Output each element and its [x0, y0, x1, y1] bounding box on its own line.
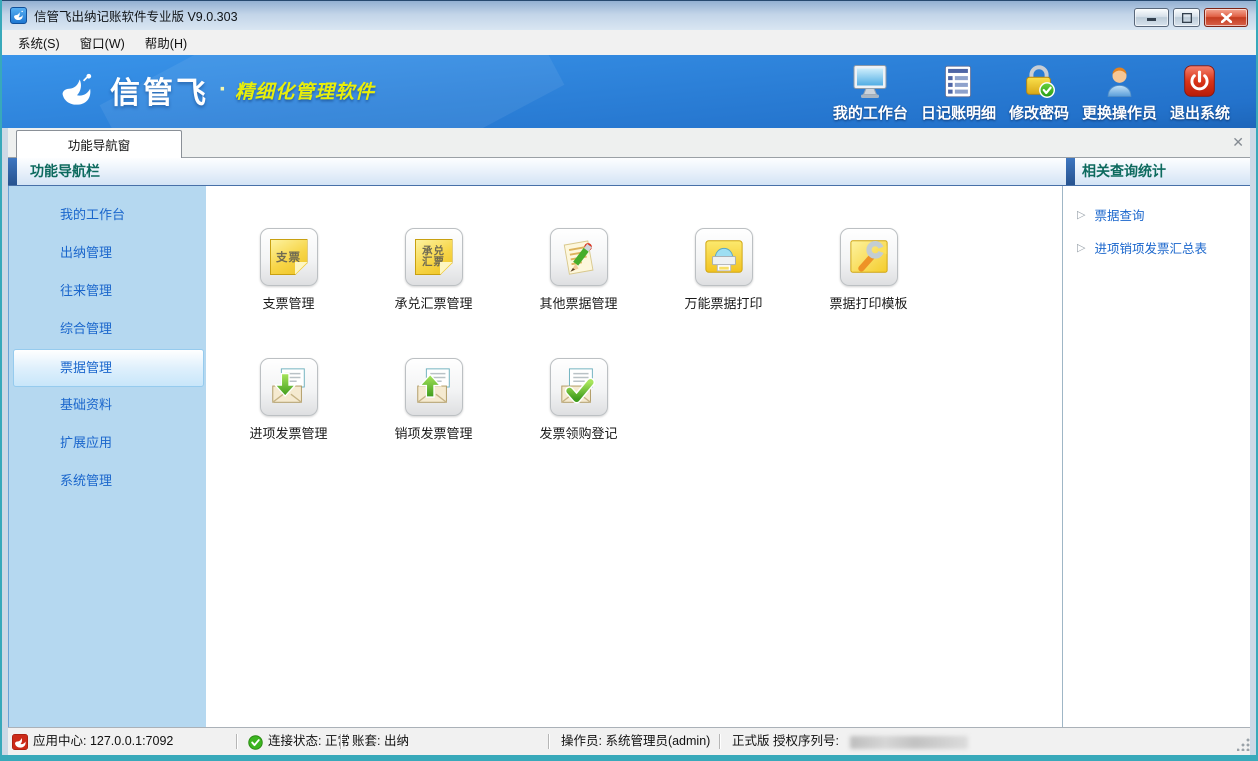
status-connection: 连接状态: 正常: [268, 728, 350, 755]
brand-swoosh-icon: [10, 7, 27, 24]
status-bar: 应用中心: 127.0.0.1:7092 连接状态: 正常 账套: 出纳 操作员…: [2, 727, 1256, 755]
toolbar-my-workbench[interactable]: 我的工作台: [833, 62, 908, 123]
menu-system[interactable]: 系统(S): [8, 29, 70, 56]
menu-help[interactable]: 帮助(H): [135, 29, 197, 56]
wrench-template-icon: [840, 228, 898, 286]
operator-icon: [1102, 62, 1137, 100]
window-frame-top: [0, 0, 1258, 1]
minimize-button[interactable]: [1134, 8, 1169, 27]
toolbar-journal-detail[interactable]: 日记账明细: [921, 62, 996, 123]
brand-banner: 信管飞 · 精细化管理软件 我的工作台: [2, 55, 1256, 128]
tab-function-navigation[interactable]: 功能导航窗: [16, 130, 182, 158]
status-separator: [236, 734, 237, 749]
printer-icon: [695, 228, 753, 286]
app-center-icon: [12, 734, 28, 755]
related-panel-header: 相关查询统计: [1082, 158, 1166, 185]
brand-logo-block: 信管飞 · 精细化管理软件: [54, 68, 375, 112]
tab-strip: 功能导航窗 ✕: [2, 128, 1256, 158]
app-check-management[interactable]: 支票 支票管理: [216, 228, 361, 312]
toolbar-switch-operator[interactable]: 更换操作员: [1082, 62, 1157, 123]
maximize-button[interactable]: [1173, 8, 1200, 27]
sidebar-item-bills[interactable]: 票据管理: [13, 349, 204, 387]
status-operator: 操作员: 系统管理员(admin): [561, 728, 710, 755]
resize-grip[interactable]: [1237, 738, 1250, 751]
application-window: 信管飞出纳记账软件专业版 V9.0.303 系统(S) 窗口(W) 帮助(H) …: [0, 0, 1258, 761]
section-header-bar: 功能导航栏 相关查询统计: [2, 158, 1256, 186]
main-panel: 支票 支票管理 承兑 汇票 承兑汇票管理: [206, 186, 1062, 727]
note-pencil-icon: [550, 228, 608, 286]
brand-separator: ·: [219, 76, 227, 104]
app-other-bills-management[interactable]: 其他票据管理: [506, 228, 651, 312]
triangle-bullet-icon: ▷: [1077, 208, 1085, 221]
brand-name: 信管飞: [110, 68, 209, 112]
brand-tagline: 精细化管理软件: [235, 77, 375, 104]
related-item-invoice-summary[interactable]: ▷ 进项销项发票汇总表: [1063, 231, 1250, 264]
sidebar-item-extensions[interactable]: 扩展应用: [9, 425, 206, 463]
related-header-accent: [1066, 158, 1075, 185]
status-app-center: 应用中心: 127.0.0.1:7092: [33, 728, 173, 755]
status-separator: [340, 734, 341, 749]
window-frame-bottom: [0, 755, 1258, 761]
monitor-icon: [850, 62, 890, 100]
app-bill-print-template[interactable]: 票据打印模板: [796, 228, 941, 312]
invoice-in-icon: [260, 358, 318, 416]
sidebar-item-my-workbench[interactable]: 我的工作台: [9, 197, 206, 235]
status-separator: [548, 734, 549, 749]
triangle-bullet-icon: ▷: [1077, 241, 1085, 254]
invoice-register-icon: [550, 358, 608, 416]
menu-bar: 系统(S) 窗口(W) 帮助(H): [2, 30, 1256, 55]
nav-panel-header: 功能导航栏: [30, 158, 100, 185]
sidebar-item-comprehensive[interactable]: 综合管理: [9, 311, 206, 349]
nav-sidebar: 我的工作台 出纳管理 往来管理 综合管理 票据管理 基础资料 扩展应用 系统管理: [8, 186, 206, 727]
window-title: 信管飞出纳记账软件专业版 V9.0.303: [34, 6, 238, 25]
nav-header-accent: [8, 158, 17, 185]
app-output-invoice-management[interactable]: 销项发票管理: [361, 358, 506, 442]
toolbar-exit-system[interactable]: 退出系统: [1170, 62, 1230, 123]
title-bar: 信管飞出纳记账软件专业版 V9.0.303: [0, 1, 1258, 30]
related-item-bill-query[interactable]: ▷ 票据查询: [1063, 198, 1250, 231]
banner-toolbar: 我的工作台 日记账明细: [833, 61, 1230, 123]
menu-window[interactable]: 窗口(W): [70, 29, 135, 56]
connection-ok-icon: [248, 735, 263, 755]
serial-number-redacted: [850, 736, 968, 749]
related-panel: ▷ 票据查询 ▷ 进项销项发票汇总表: [1063, 186, 1250, 727]
lock-check-icon: [1020, 62, 1058, 100]
app-universal-bill-printing[interactable]: 万能票据打印: [651, 228, 796, 312]
status-separator: [719, 734, 720, 749]
journal-icon: [940, 62, 976, 100]
power-icon: [1181, 62, 1218, 100]
invoice-out-icon: [405, 358, 463, 416]
window-inner-frame-left: [2, 128, 8, 755]
app-invoice-purchase-registration[interactable]: 发票领购登记: [506, 358, 651, 442]
sidebar-item-cashier[interactable]: 出纳管理: [9, 235, 206, 273]
brand-swoosh-icon: [54, 69, 100, 111]
sidebar-item-basic-data[interactable]: 基础资料: [9, 387, 206, 425]
status-license: 正式版 授权序列号:: [732, 728, 839, 755]
window-frame-left: [0, 0, 2, 761]
acceptance-note-icon: 承兑 汇票: [405, 228, 463, 286]
sidebar-item-system[interactable]: 系统管理: [9, 463, 206, 501]
tab-close-icon[interactable]: ✕: [1232, 132, 1244, 152]
toolbar-change-password[interactable]: 修改密码: [1009, 62, 1069, 123]
app-input-invoice-management[interactable]: 进项发票管理: [216, 358, 361, 442]
app-acceptance-bill-management[interactable]: 承兑 汇票 承兑汇票管理: [361, 228, 506, 312]
check-note-icon: 支票: [260, 228, 318, 286]
close-button[interactable]: [1204, 8, 1248, 27]
status-account-set: 账套: 出纳: [352, 728, 409, 755]
sidebar-item-contacts[interactable]: 往来管理: [9, 273, 206, 311]
